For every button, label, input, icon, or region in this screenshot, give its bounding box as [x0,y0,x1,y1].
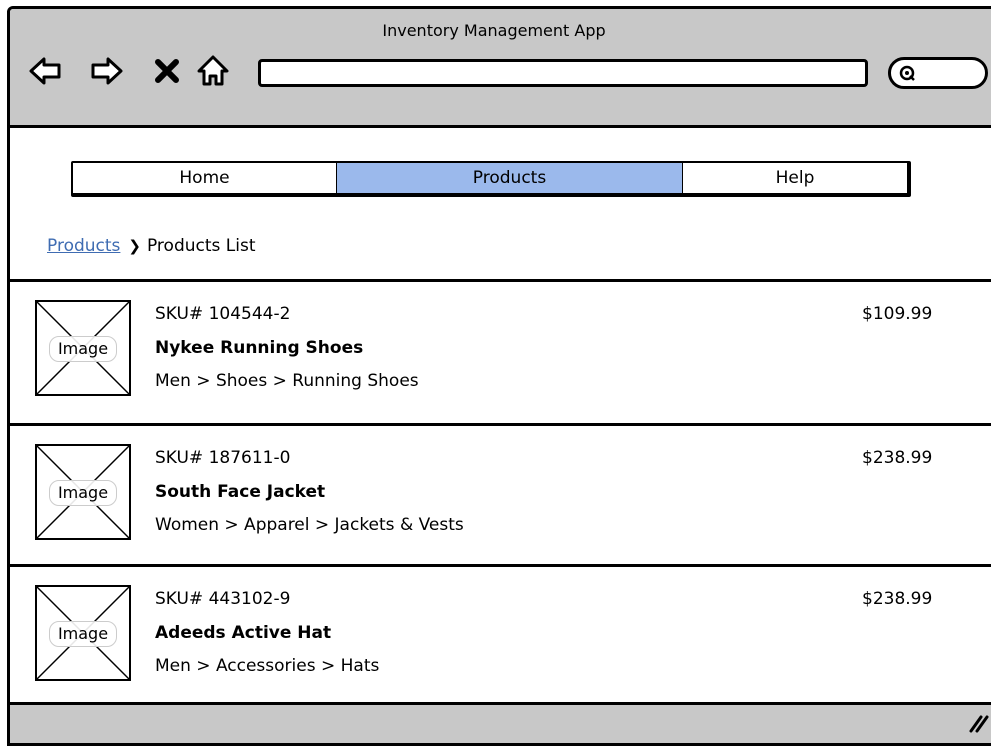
image-label: Image [49,480,117,506]
tab-bar: Home Products Help [71,161,911,197]
product-price: $109.99 [862,304,933,324]
product-name: Adeeds Active Hat [155,623,332,643]
chevron-right-icon: ❯ [128,237,141,255]
product-image-placeholder: Image [35,444,131,540]
home-icon[interactable] [196,51,230,91]
browser-toolbar: Inventory Management App [10,9,991,128]
forward-arrow-icon[interactable] [90,51,124,91]
product-image-placeholder: Image [35,585,131,681]
product-price: $238.99 [862,448,933,468]
breadcrumb-current: Products List [146,236,256,256]
status-bar [10,702,991,743]
url-input[interactable] [258,59,868,87]
image-label: Image [49,621,117,647]
product-category: Women > Apparel > Jackets & Vests [155,515,464,535]
tab-home[interactable]: Home [73,163,337,193]
breadcrumb-link-products[interactable]: Products [47,236,120,256]
product-price: $238.99 [862,589,933,609]
resize-grip-icon[interactable] [967,711,989,733]
tab-products[interactable]: Products [337,163,683,193]
product-name: South Face Jacket [155,482,326,502]
product-name: Nykee Running Shoes [155,338,364,358]
image-label: Image [49,336,117,362]
list-item[interactable]: Image SKU# 443102-9 Adeeds Active Hat Me… [10,564,991,705]
product-sku: SKU# 187611-0 [155,448,291,468]
tab-help[interactable]: Help [683,163,907,193]
breadcrumb: Products ❯ Products List [47,236,256,256]
product-sku: SKU# 104544-2 [155,304,291,324]
search-icon [899,65,915,81]
product-image-placeholder: Image [35,300,131,396]
list-item[interactable]: Image SKU# 104544-2 Nykee Running Shoes … [10,279,991,420]
close-icon[interactable] [153,51,181,91]
product-category: Men > Accessories > Hats [155,656,380,676]
page-content: Home Products Help Products ❯ Products L… [10,128,991,283]
search-field[interactable] [888,57,988,89]
browser-window: Inventory Management App Home Products H… [7,6,991,746]
back-arrow-icon[interactable] [28,51,62,91]
product-category: Men > Shoes > Running Shoes [155,371,419,391]
product-sku: SKU# 443102-9 [155,589,291,609]
window-title: Inventory Management App [382,21,606,40]
list-item[interactable]: Image SKU# 187611-0 South Face Jacket Wo… [10,423,991,564]
